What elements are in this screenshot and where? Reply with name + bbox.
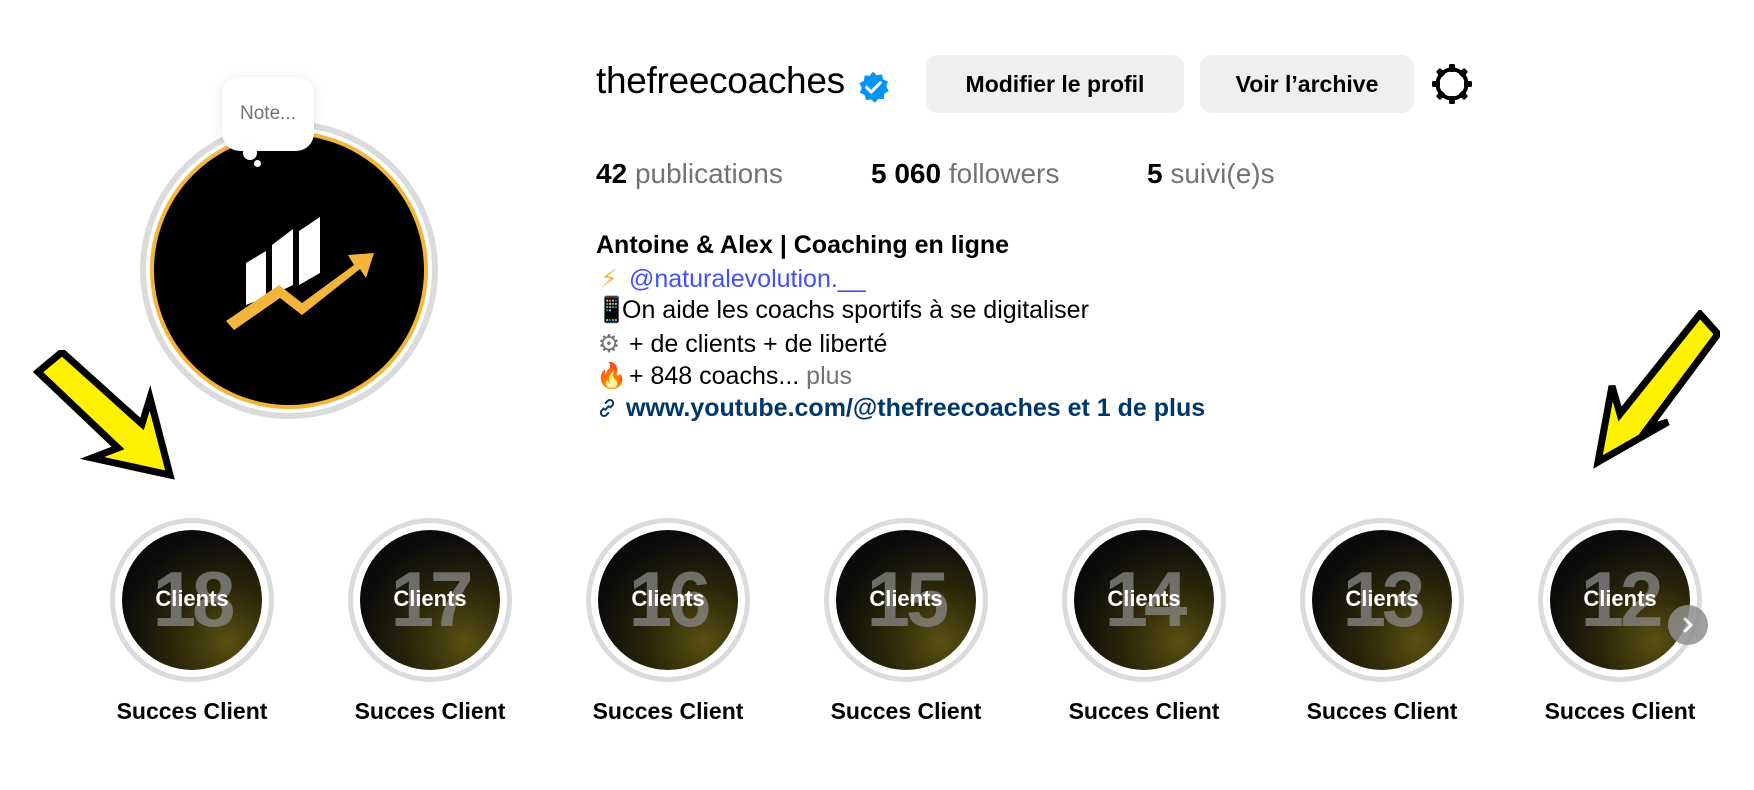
followers-stat[interactable]: 5 060 followers (871, 158, 1059, 190)
highlight-cover: 16 Clients (598, 530, 738, 670)
highlight-cover: 14 Clients (1074, 530, 1214, 670)
highlight-cover-word: Clients (1345, 586, 1419, 611)
bio-line-digital-text: On aide les coachs sportifs à se digital… (622, 296, 1089, 324)
posts-count: 42 (596, 158, 628, 189)
bio-more-link[interactable]: plus (806, 362, 852, 390)
highlight-item[interactable]: 16 Clients Succes Client (572, 518, 750, 724)
highlight-cover-word: Clients (1107, 586, 1181, 611)
highlight-item[interactable]: 15 Clients Succes Client (810, 518, 988, 724)
following-label: suivi(e)s (1170, 158, 1275, 189)
highlight-ring: 13 Clients (1300, 518, 1464, 682)
highlight-item[interactable]: 17 Clients Succes Client (334, 518, 512, 724)
highlight-cover: 12 Clients (1550, 530, 1690, 670)
profile-username: thefreecoaches (596, 60, 845, 101)
bio-external-link[interactable]: www.youtube.com/@thefreecoaches et 1 de … (596, 394, 1205, 423)
followers-count: 5 060 (871, 158, 942, 189)
highlight-label: Succes Client (830, 698, 982, 724)
bio-line-clients-text: + de clients + de liberté (628, 330, 888, 358)
bio-link-text: www.youtube.com/@thefreecoaches et 1 de … (626, 394, 1206, 422)
highlight-cover: 18 Clients (122, 530, 262, 670)
bio-line-coachs-text: + 848 coachs... (628, 362, 800, 390)
bio-name: Antoine & Alex | Coaching en ligne (596, 231, 1010, 259)
highlight-cover: 17 Clients (360, 530, 500, 670)
highlight-item[interactable]: 14 Clients Succes Client (1048, 518, 1226, 724)
highlight-ring: 14 Clients (1062, 518, 1226, 682)
note-bubble-tail (243, 146, 257, 160)
settings-gear-icon[interactable] (1430, 62, 1474, 106)
edit-profile-button[interactable]: Modifier le profil (926, 55, 1184, 113)
followers-label: followers (948, 158, 1060, 189)
highlight-cover-word: Clients (631, 586, 705, 611)
posts-label: publications (634, 158, 783, 189)
profile-avatar[interactable] (140, 121, 438, 419)
highlight-cover-word: Clients (155, 586, 229, 611)
highlights-next-button[interactable] (1668, 605, 1708, 645)
highlight-cover-word: Clients (393, 586, 467, 611)
following-count: 5 (1147, 158, 1163, 189)
highlight-ring: 12 Clients (1538, 518, 1702, 682)
highlight-ring: 18 Clients (110, 518, 274, 682)
verified-badge-icon (859, 71, 889, 103)
highlight-label: Succes Client (1544, 698, 1696, 724)
avatar-logo (154, 135, 424, 405)
freecoaches-logo-icon (226, 217, 374, 330)
highlight-item[interactable]: 13 Clients Succes Client (1286, 518, 1464, 724)
fire-emoji-icon: 🔥 (596, 362, 628, 390)
following-stat[interactable]: 5 suivi(e)s (1147, 158, 1275, 190)
highlight-cover-word: Clients (1583, 586, 1657, 611)
highlight-cover: 15 Clients (836, 530, 976, 670)
yellow-arrow-left-icon (32, 350, 175, 480)
highlight-cover-word: Clients (869, 586, 943, 611)
highlight-ring: 17 Clients (348, 518, 512, 682)
note-placeholder: Note... (240, 103, 296, 124)
posts-stat: 42 publications (596, 158, 783, 190)
highlight-label: Succes Client (354, 698, 506, 724)
highlight-item[interactable]: 18 Clients Succes Client (96, 518, 274, 724)
gear-emoji-icon: ⚙ (597, 330, 621, 358)
chevron-right-icon (1683, 617, 1693, 633)
lightning-emoji-icon: ⚡ (600, 265, 618, 293)
view-archive-button[interactable]: Voir l’archive (1200, 55, 1414, 113)
note-bubble-tail-small (254, 160, 261, 167)
note-bubble[interactable]: Note... (222, 77, 314, 151)
phone-emoji-icon: 📱 (596, 296, 628, 324)
yellow-arrow-right-icon (1593, 310, 1720, 469)
highlight-label: Succes Client (1068, 698, 1220, 724)
bio-line-clients: ⚙ + de clients + de liberté (596, 329, 888, 359)
link-icon (599, 399, 615, 417)
highlight-cover: 13 Clients (1312, 530, 1452, 670)
highlight-ring: 15 Clients (824, 518, 988, 682)
bio-mention-link[interactable]: @naturalevolution.__ (629, 265, 866, 293)
bio-line-mention: ⚡ @naturalevolution.__ (596, 264, 866, 294)
highlight-label: Succes Client (1306, 698, 1458, 724)
bio-line-coachs: 🔥 + 848 coachs... plus (596, 362, 852, 391)
highlight-label: Succes Client (116, 698, 268, 724)
bio-line-digital: 📱On aide les coachs sportifs à se digita… (596, 296, 1089, 325)
highlight-ring: 16 Clients (586, 518, 750, 682)
highlight-label: Succes Client (592, 698, 744, 724)
